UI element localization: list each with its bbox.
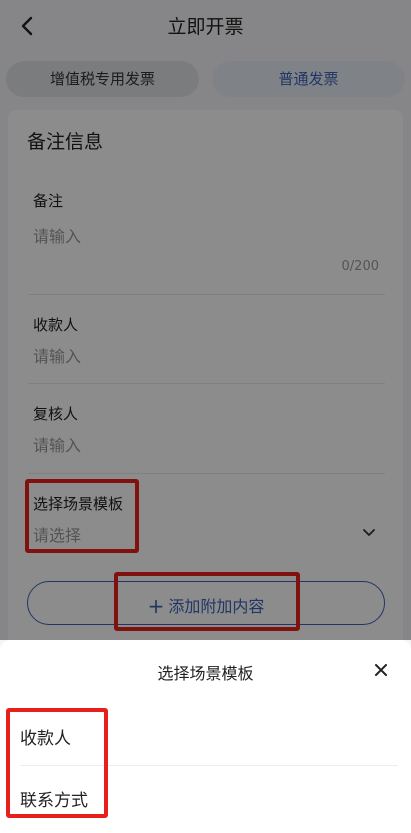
modal-overlay[interactable] — [0, 0, 411, 640]
sheet-title: 选择场景模板 — [157, 664, 254, 683]
close-icon[interactable] — [371, 660, 391, 680]
highlight-box-sheet-options — [6, 708, 108, 818]
scene-template-sheet: 选择场景模板 收款人 联系方式 — [0, 640, 411, 833]
invoice-page: 立即开票 增值税专用发票 普通发票 备注信息 备注 请输入 0/200 收款人 … — [0, 0, 411, 833]
